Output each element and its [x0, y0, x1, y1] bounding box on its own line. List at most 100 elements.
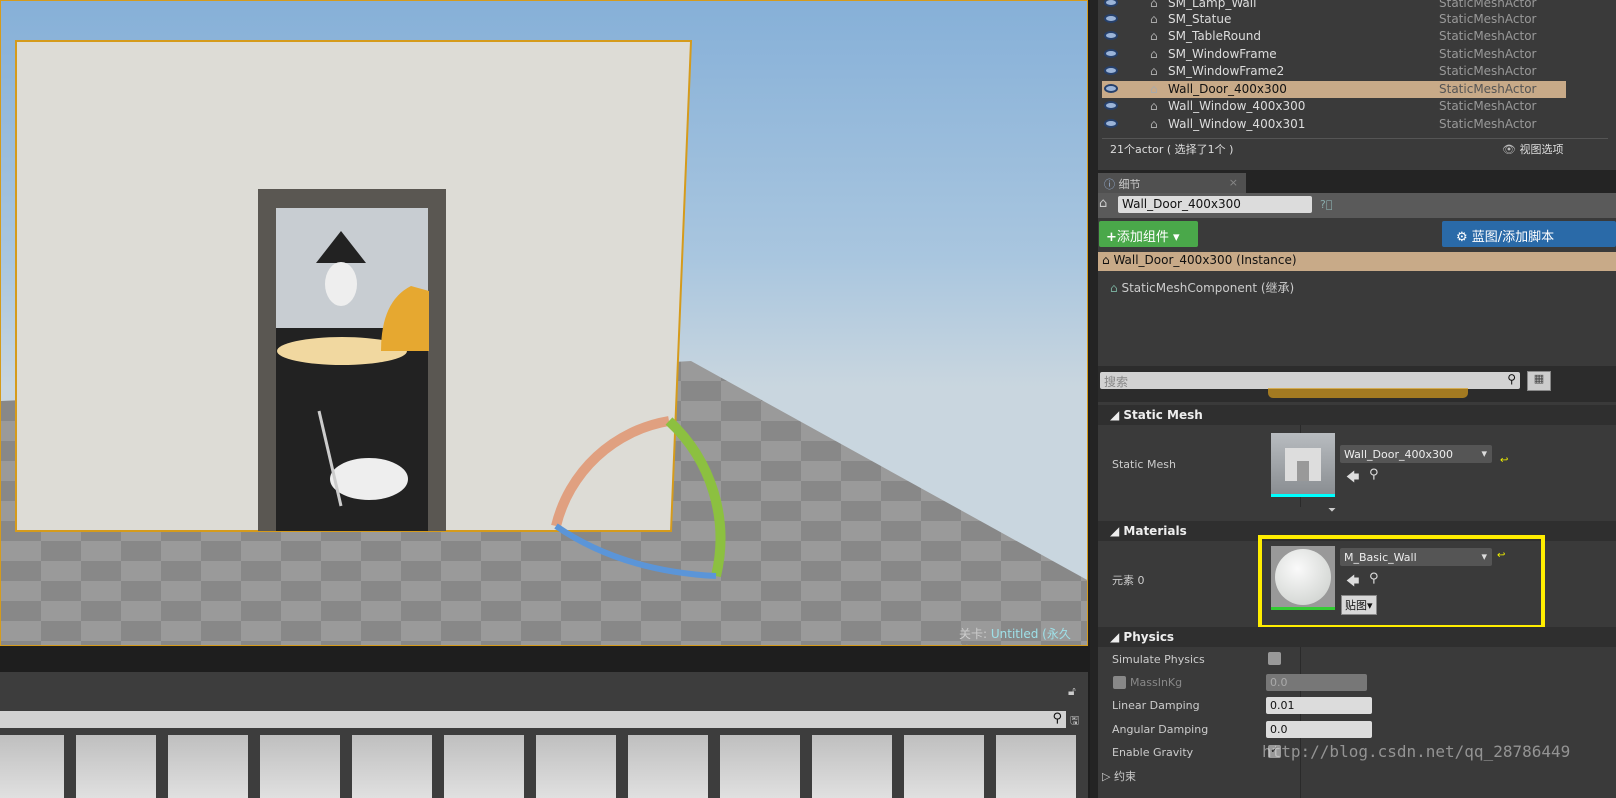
section-title: Static Mesh: [1123, 408, 1203, 422]
search-icon: ⚲: [1507, 372, 1516, 386]
asset-search-input[interactable]: ⚲: [0, 711, 1066, 728]
visibility-eye-icon[interactable]: [1104, 31, 1118, 40]
actor-name: SM_WindowFrame2: [1168, 64, 1285, 78]
asset-thumbnail[interactable]: [996, 735, 1076, 798]
watermark: http://blog.csdn.net/qq_28786449: [1262, 742, 1571, 761]
outliner-row[interactable]: ⌂ Wall_Window_400x301 StaticMeshActor: [1102, 116, 1566, 133]
search-placeholder: 搜索: [1104, 375, 1129, 389]
actor-name: Wall_Window_400x301: [1168, 117, 1306, 131]
lock-icon[interactable]: 🔓︎: [1068, 684, 1076, 699]
element-0-label: 元素 0: [1112, 574, 1145, 587]
reset-to-default-icon[interactable]: ↩: [1500, 455, 1508, 466]
gear-icon: ⚙: [1456, 230, 1468, 245]
scene: [1, 40, 1087, 645]
static-mesh-label: Static Mesh: [1112, 458, 1176, 471]
component-row[interactable]: ⌂ StaticMeshComponent (继承): [1110, 279, 1294, 296]
visibility-eye-icon[interactable]: [1104, 101, 1118, 110]
actor-type: StaticMeshActor: [1439, 0, 1537, 10]
details-search-input[interactable]: 搜索 ⚲: [1100, 372, 1520, 389]
outliner-row-selected[interactable]: ⌂ Wall_Door_400x300 StaticMeshActor: [1102, 81, 1566, 98]
actor-type: StaticMeshActor: [1439, 12, 1537, 26]
instance-label: Wall_Door_400x300 (Instance): [1113, 253, 1297, 267]
enable-gravity-label: Enable Gravity: [1112, 746, 1194, 759]
asset-thumbnail[interactable]: [812, 735, 892, 798]
asset-thumbnail[interactable]: [0, 735, 64, 798]
add-component-button[interactable]: +添加组件 ▾: [1099, 221, 1198, 247]
mass-label: MassInKg: [1130, 676, 1183, 689]
asset-thumbnail[interactable]: [720, 735, 800, 798]
static-mesh-actor-icon: ⌂: [1150, 0, 1158, 10]
outliner-row[interactable]: ⌂ Wall_Window_400x300 StaticMeshActor: [1102, 98, 1566, 115]
outliner-row[interactable]: ⌂ SM_WindowFrame StaticMeshActor: [1102, 46, 1566, 63]
static-mesh-actor-icon: ⌂: [1150, 64, 1158, 78]
filter-tabs[interactable]: [1268, 388, 1468, 398]
actor-type: StaticMeshActor: [1439, 82, 1537, 96]
simulate-physics-label: Simulate Physics: [1112, 653, 1205, 666]
visibility-eye-icon[interactable]: [1104, 49, 1118, 58]
help-icon[interactable]: ?⃝: [1320, 198, 1332, 211]
component-label: StaticMeshComponent (继承): [1121, 281, 1295, 295]
section-title: Materials: [1123, 524, 1187, 538]
outliner-row[interactable]: ⌂ SM_TableRound StaticMeshActor: [1102, 28, 1566, 45]
outliner-row[interactable]: ⌂ SM_WindowFrame2 StaticMeshActor: [1102, 63, 1566, 80]
asset-thumbnail[interactable]: [352, 735, 432, 798]
section-physics[interactable]: ◢ Physics: [1098, 627, 1616, 647]
visibility-eye-icon[interactable]: [1104, 66, 1118, 75]
visibility-eye-icon[interactable]: [1104, 0, 1118, 7]
player-start-icon: [328, 456, 410, 502]
eye-icon: 👁︎: [1502, 143, 1516, 156]
angular-damping-input[interactable]: 0.0: [1266, 721, 1372, 738]
tab-details[interactable]: ⓘ 细节 ×: [1098, 173, 1246, 193]
angular-damping-label: Angular Damping: [1112, 723, 1209, 736]
expand-advanced-icon[interactable]: ⏷: [1328, 505, 1336, 516]
blueprint-label: 蓝图/添加脚本: [1471, 230, 1555, 245]
visibility-eye-icon[interactable]: [1104, 84, 1118, 93]
actor-name: Wall_Door_400x300: [1168, 82, 1287, 96]
static-mesh-actor-icon: ⌂: [1150, 47, 1158, 61]
constraints-label: 约束: [1113, 770, 1136, 783]
save-icon[interactable]: 🖫︎: [1070, 712, 1079, 731]
linear-damping-input[interactable]: 0.01: [1266, 697, 1372, 714]
section-static-mesh[interactable]: ◢ Static Mesh: [1098, 405, 1616, 425]
simulate-physics-checkbox[interactable]: [1268, 652, 1281, 665]
static-mesh-thumbnail[interactable]: [1271, 433, 1335, 497]
level-viewport[interactable]: 关卡: Untitled (永久性): [0, 0, 1088, 646]
asset-thumbnail[interactable]: [260, 735, 340, 798]
mass-input: 0.0: [1266, 674, 1367, 691]
mass-override-checkbox[interactable]: [1113, 676, 1126, 689]
section-title: Physics: [1123, 630, 1175, 644]
actor-name: SM_Statue: [1168, 12, 1232, 26]
level-label: 关卡:: [959, 627, 988, 641]
asset-thumbnail[interactable]: [76, 735, 156, 798]
asset-thumbnail[interactable]: [444, 735, 524, 798]
view-options-button[interactable]: 👁︎ 视图选项: [1502, 141, 1563, 157]
constraints-row[interactable]: ▷ 约束: [1102, 768, 1136, 784]
actor-count: 21个actor ( 选择了1个 ): [1110, 143, 1234, 156]
actor-name: SM_Lamp_Wall: [1168, 0, 1257, 10]
static-mesh-actor-icon: ⌂: [1150, 12, 1158, 26]
blueprint-add-script-button[interactable]: ⚙ 蓝图/添加脚本: [1442, 221, 1616, 247]
actor-name-input[interactable]: Wall_Door_400x300: [1118, 196, 1312, 213]
actor-type: StaticMeshActor: [1439, 47, 1537, 61]
asset-thumbnail[interactable]: [628, 735, 708, 798]
property-matrix-icon[interactable]: ▦: [1527, 371, 1551, 391]
actor-type: StaticMeshActor: [1439, 99, 1537, 113]
actor-name: SM_TableRound: [1168, 29, 1261, 43]
browse-search-icon[interactable]: ⚲: [1369, 467, 1379, 482]
use-selected-arrow-icon[interactable]: 🡄︎: [1346, 468, 1359, 490]
asset-thumbnail[interactable]: [904, 735, 984, 798]
outliner-row[interactable]: ⌂ SM_Statue StaticMeshActor: [1102, 11, 1566, 28]
static-mesh-actor-icon: ⌂: [1150, 29, 1158, 43]
actor-name: SM_WindowFrame: [1168, 47, 1277, 61]
highlight-box: [1258, 535, 1545, 629]
asset-thumbnail[interactable]: [536, 735, 616, 798]
close-icon[interactable]: ×: [1229, 176, 1238, 189]
visibility-eye-icon[interactable]: [1104, 119, 1118, 128]
visibility-eye-icon[interactable]: [1104, 14, 1118, 23]
static-mesh-combo[interactable]: Wall_Door_400x300: [1340, 445, 1492, 463]
asset-thumbnail[interactable]: [168, 735, 248, 798]
info-icon: ⓘ: [1104, 178, 1115, 191]
actor-type: StaticMeshActor: [1439, 64, 1537, 78]
search-icon: ⚲: [1052, 711, 1062, 726]
component-instance-row[interactable]: ⌂ Wall_Door_400x300 (Instance): [1098, 252, 1616, 271]
